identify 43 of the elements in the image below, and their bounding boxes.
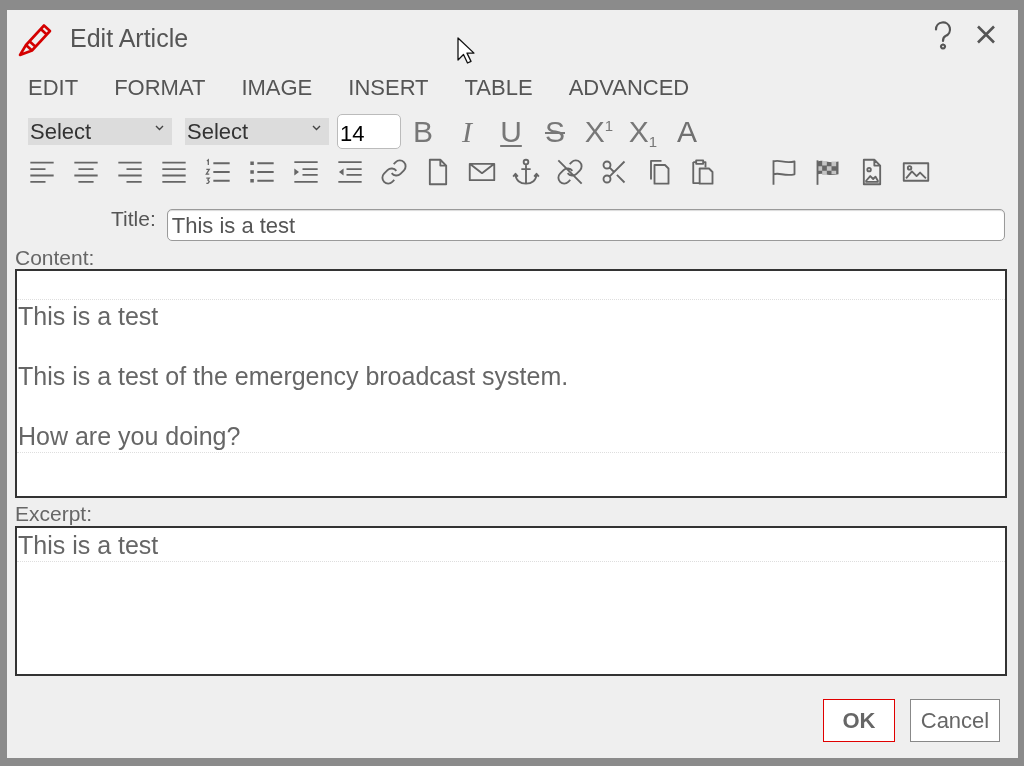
content-paragraph: This is a test of the emergency broadcast system. xyxy=(18,361,570,391)
flag-icon[interactable] xyxy=(770,158,798,186)
outdent-icon[interactable] xyxy=(336,158,364,186)
checkered-flag-icon[interactable] xyxy=(814,158,842,186)
excerpt-text: This is a test xyxy=(18,530,160,560)
menu-item[interactable]: IMAGE xyxy=(241,75,313,101)
strikethrough-button[interactable]: S xyxy=(537,114,573,149)
font-size-field[interactable]: 14 xyxy=(337,114,401,149)
italic-button[interactable]: I xyxy=(449,114,485,149)
menu-item[interactable]: EDIT xyxy=(28,75,79,101)
font-color-button[interactable]: A xyxy=(669,114,705,149)
cancel-button[interactable]: Cancel xyxy=(910,699,1000,742)
excerpt-editor[interactable]: This is a test xyxy=(15,526,1007,676)
title-field[interactable]: This is a test xyxy=(166,209,1005,241)
content-editor[interactable]: This is a test This is a test of the emergency broadcast system. How are you doing? xyxy=(15,269,1007,498)
scissors-icon[interactable] xyxy=(600,158,628,186)
numbered-list-icon[interactable] xyxy=(204,158,232,186)
menu-item[interactable]: FORMAT xyxy=(114,75,206,101)
ok-button[interactable]: OK xyxy=(823,699,895,742)
chevron-down-icon xyxy=(155,124,164,131)
select-dropdown[interactable]: Select xyxy=(185,118,329,145)
superscript-button[interactable]: X$^{1}$ xyxy=(581,114,617,149)
content-paragraph: This is a test xyxy=(18,301,160,331)
close-icon[interactable] xyxy=(976,25,996,44)
excerpt-label: Excerpt: xyxy=(15,503,93,525)
help-icon[interactable] xyxy=(933,21,953,50)
mouse-pointer-icon xyxy=(457,37,475,64)
title-label: Title: xyxy=(111,207,156,231)
subscript-button[interactable]: X$_{1}$ xyxy=(625,114,661,149)
content-paragraph: How are you doing? xyxy=(18,421,242,451)
bold-button[interactable]: B xyxy=(405,114,441,149)
link-icon[interactable] xyxy=(380,158,408,186)
menu-item[interactable]: TABLE xyxy=(464,75,533,101)
content-label: Content: xyxy=(15,247,95,269)
anchor-icon[interactable] xyxy=(512,158,540,186)
chevron-down-icon xyxy=(312,124,321,131)
select-dropdown[interactable]: Select xyxy=(28,118,172,145)
menu-item[interactable]: INSERT xyxy=(348,75,429,101)
indent-icon[interactable] xyxy=(292,158,320,186)
unlink-icon[interactable] xyxy=(556,158,584,186)
dialog-title: Edit Article xyxy=(70,24,189,53)
underline-button[interactable]: U xyxy=(493,114,529,149)
menu-item[interactable]: ADVANCED xyxy=(568,75,690,101)
